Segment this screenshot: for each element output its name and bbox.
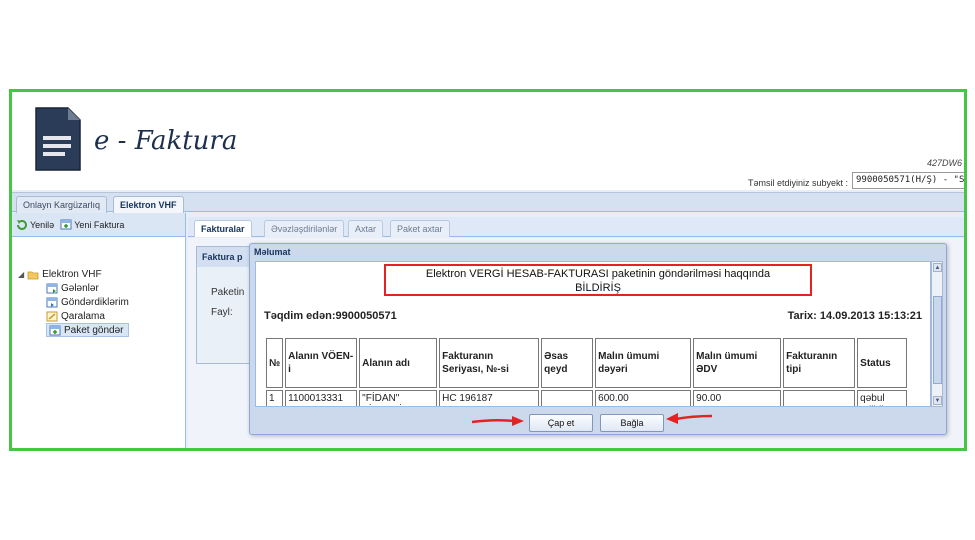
cell-number: 1 [266,390,284,406]
new-invoice-button[interactable]: Yeni Faktura [60,218,124,231]
tree-item-gelenler[interactable]: Gələnlər [46,281,129,295]
tab-paket-axtar[interactable]: Paket axtar [390,220,450,237]
submitted-by: Təqdim edən:9900050571 [264,310,397,322]
top-tab-bar: Onlayn Kargüzarlıq Elektron VHF [12,192,964,213]
sent-icon [46,297,58,307]
annotation-arrow-left-icon [471,416,524,426]
cell-buyer-name: "FİDAN" ŞİRKƏTİ [359,390,438,406]
tree-item-qaralama[interactable]: Qaralama [46,309,129,323]
tab-evezlesdirilenler[interactable]: Əvəzləşdirilənlər [264,220,345,237]
notice-box: Elektron VERGİ HESAB-FAKTURASI paketinin… [384,264,812,296]
tree-item-gonderdiklerim[interactable]: Göndərdiklərim [46,295,129,309]
dialog-body[interactable]: Elektron VERGİ HESAB-FAKTURASI paketinin… [255,261,931,407]
tree-item-paket-gonder[interactable]: Paket göndər [46,323,129,337]
submission-date: Tarix: 14.09.2013 15:13:21 [787,310,922,322]
left-toolbar: Yenilə Yeni Faktura [12,213,185,237]
expand-arrow-icon: ◢ [18,269,25,279]
invoice-table: № Alanın VÖEN-i Alanın adı Fakturanın Se… [264,336,909,406]
folder-tree: ◢ Elektron VHF Gələnlər Göndərdiklərim Q… [18,267,129,337]
scroll-thumb[interactable] [933,296,942,384]
tab-elektron-vhf[interactable]: Elektron VHF [113,196,184,213]
left-panel: Yenilə Yeni Faktura ◢ Elektron VHF Gələn… [12,213,186,448]
dialog-scrollbar[interactable]: ▲ ▼ [931,261,943,407]
col-header-total-value: Malın ümumi dəyəri [595,338,692,388]
table-row: 1 1100013331 "FİDAN" ŞİRKƏTİ HC 196187 6… [266,390,908,406]
col-header-number: № [266,338,284,388]
refresh-icon [17,219,27,230]
annotation-arrow-right-icon [666,413,713,424]
close-button[interactable]: Bağla [600,414,664,432]
tree-root-elektron-vhf[interactable]: ◢ Elektron VHF [18,267,129,281]
col-header-buyer-tin: Alanın VÖEN-i [285,338,358,388]
subject-select[interactable]: 9900050571(H/Ş) - "S [852,172,964,189]
notice-line-2: BİLDİRİŞ [575,282,621,294]
tab-fakturalar[interactable]: Fakturalar [194,220,252,237]
file-label: Fayl: [211,307,233,318]
refresh-button[interactable]: Yenilə [16,218,54,231]
cell-total-vat: 90.00 [693,390,782,406]
package-send-icon [49,325,61,335]
app-header: e - Faktura 427DW6 Təmsil etdiyiniz suby… [12,92,964,190]
table-header-row: № Alanın VÖEN-i Alanın adı Fakturanın Se… [266,338,908,388]
inbox-icon [46,283,58,293]
new-document-icon [60,219,72,230]
package-label: Paketin [211,287,245,298]
tab-axtar[interactable]: Axtar [348,220,384,237]
subject-label: Təmsil etdiyiniz subyekt : [748,178,849,188]
cell-total-value: 600.00 [595,390,692,406]
document-logo-icon [35,107,81,171]
print-button[interactable]: Çap et [529,414,593,432]
tab-onlayn-karguzarliq[interactable]: Onlayn Kargüzarlıq [16,196,108,213]
col-header-invoice-series: Fakturanın Seriyası, №-si [439,338,540,388]
main-tab-bar: Fakturalar Əvəzləşdirilənlər Axtar Paket… [188,217,964,237]
cell-invoice-type [783,390,856,406]
cell-status: qəbul edildi [857,390,908,406]
dialog-title: Məlumat [254,247,291,257]
cell-main-note [541,390,594,406]
cell-invoice-series: HC 196187 [439,390,540,406]
dialog-button-bar: Çap et Bağla [250,412,946,434]
col-header-main-note: Əsas qeyd [541,338,594,388]
col-header-invoice-type: Fakturanın tipi [783,338,856,388]
scroll-down-icon[interactable]: ▼ [933,396,942,405]
folder-icon [27,271,39,279]
cell-buyer-tin: 1100013331 [285,390,358,406]
col-header-total-vat: Malın ümumi ƏDV [693,338,782,388]
draft-icon [46,311,58,321]
col-header-status: Status [857,338,908,388]
notice-line-1: Elektron VERGİ HESAB-FAKTURASI paketinin… [425,268,771,280]
scroll-up-icon[interactable]: ▲ [933,263,942,272]
info-dialog: Məlumat Elektron VERGİ HESAB-FAKTURASI p… [249,243,947,435]
version-text: 427DW6 [926,158,962,168]
app-title: e - Faktura [94,126,238,156]
col-header-buyer-name: Alanın adı [359,338,438,388]
